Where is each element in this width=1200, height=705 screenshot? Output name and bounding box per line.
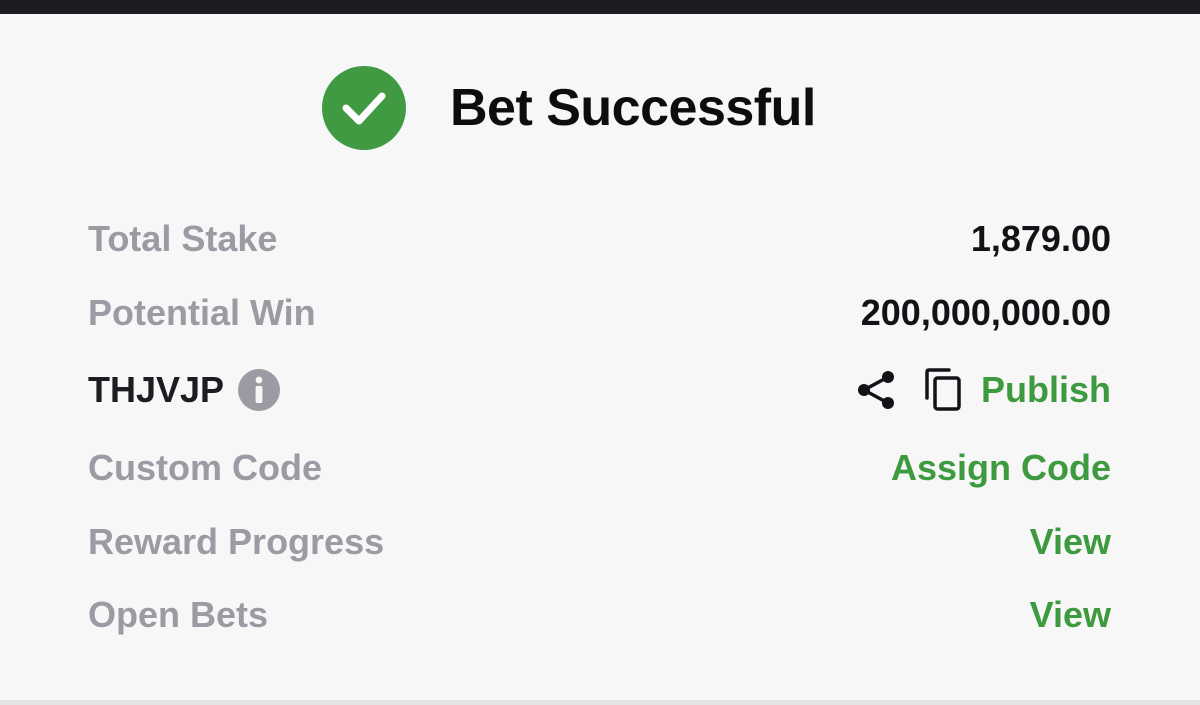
page-title: Bet Successful [450,79,816,137]
reward-progress-view-link[interactable]: View [1030,521,1111,563]
booking-actions: Publish [855,368,1111,412]
total-stake-value: 1,879.00 [970,218,1111,259]
custom-code-row: Custom Code Assign Code [88,443,1111,493]
potential-win-label: Potential Win [88,292,316,333]
success-header: Bet Successful [322,66,816,150]
potential-win-row: Potential Win 200,000,000.00 [88,288,1111,338]
total-stake-label: Total Stake [88,218,278,259]
bottom-divider [0,700,1200,705]
check-circle-icon [322,66,406,150]
open-bets-view-link[interactable]: View [1030,594,1111,636]
share-icon[interactable] [855,369,897,411]
top-status-bar [0,0,1200,14]
booking-code: THJVJP [88,369,225,410]
custom-code-label: Custom Code [88,447,322,488]
publish-link[interactable]: Publish [981,369,1111,411]
potential-win-value: 200,000,000.00 [860,292,1111,333]
booking-code-row: THJVJP Publish [88,365,1111,415]
total-stake-row: Total Stake 1,879.00 [88,214,1111,264]
reward-progress-label: Reward Progress [88,521,385,562]
open-bets-label: Open Bets [88,594,269,635]
open-bets-row: Open Bets View [88,590,1111,640]
booking-code-group: THJVJP [88,369,281,411]
info-icon[interactable] [238,369,281,411]
copy-icon[interactable] [923,368,963,412]
reward-progress-row: Reward Progress View [88,517,1111,567]
assign-code-link[interactable]: Assign Code [891,447,1111,489]
